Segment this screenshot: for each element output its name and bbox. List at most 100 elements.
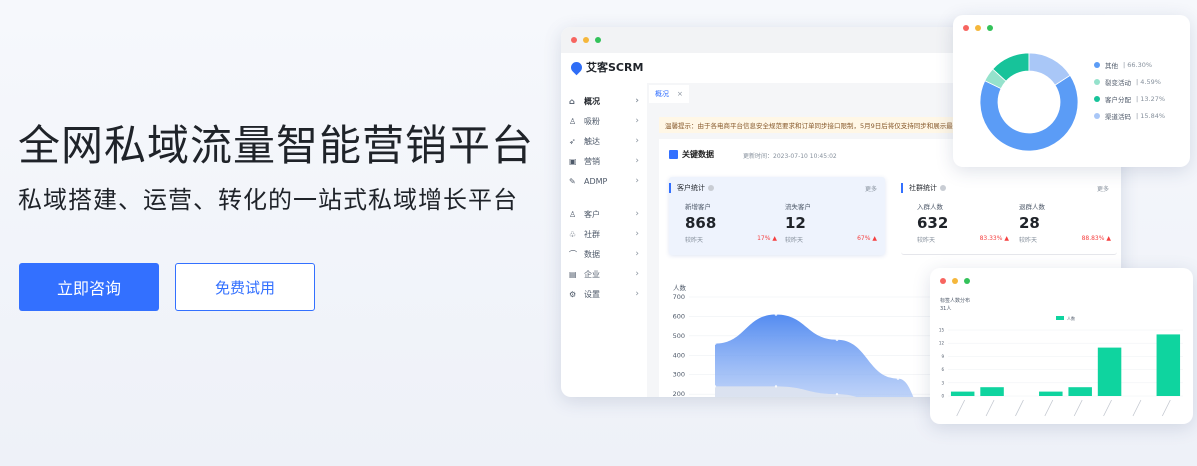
legend-label: 人数	[1067, 315, 1075, 321]
consult-button[interactable]: 立即咨询	[19, 263, 159, 311]
y-tick-label: 200	[673, 390, 685, 397]
chart-icon: ⌒	[569, 249, 577, 259]
sidebar-item-acquire[interactable]: ♙ 吸粉 ›	[569, 113, 639, 129]
legend-value: | 4.59%	[1136, 78, 1161, 86]
data-point	[713, 385, 717, 388]
sidebar-item-data[interactable]: ⌒ 数据 ›	[569, 246, 639, 262]
gift-icon: ▣	[569, 156, 577, 166]
close-dot	[571, 37, 577, 43]
y-tick-label: 15	[939, 328, 945, 333]
metric-value: 28	[1019, 214, 1040, 232]
hero-subtitle: 私域搭建、运营、转化的一站式私域增长平台	[18, 186, 518, 214]
legend-pct: 15.84%	[1140, 112, 1166, 120]
sidebar-item-enterprise[interactable]: ▤ 企业 ›	[569, 266, 639, 282]
x-tick-label	[1044, 399, 1054, 417]
metric-compare: 较昨天 67% ▲	[785, 235, 877, 244]
window-titlebar	[930, 268, 1193, 294]
maximize-dot	[595, 37, 601, 43]
sidebar-item-marketing[interactable]: ▣ 营销 ›	[569, 153, 639, 169]
group-stats-title: 社群统计	[901, 183, 946, 193]
metric-label: 流失客户	[785, 203, 811, 211]
sidebar-item-admp[interactable]: ✎ ADMP ›	[569, 173, 639, 189]
key-data-title: 关键数据	[669, 149, 714, 160]
sidebar-item-label: 社群	[584, 229, 600, 239]
series-area-primary	[715, 314, 914, 397]
chevron-right-icon: ›	[635, 209, 639, 219]
minimize-dot	[975, 25, 981, 31]
customer-icon: ♙	[569, 209, 577, 219]
data-point	[774, 313, 778, 316]
bar	[1039, 391, 1063, 396]
bar	[1068, 387, 1092, 396]
change-pct: 88.83%	[1081, 235, 1105, 242]
sidebar-item-label: 设置	[584, 289, 600, 299]
sidebar-item-label: 概况	[584, 96, 600, 106]
tag-bar-chart: 人数 0 3 6 9 12 15	[939, 315, 1183, 417]
logo-icon	[568, 59, 585, 75]
y-tick-label: 6	[941, 367, 944, 372]
legend-label: 其他	[1105, 62, 1118, 70]
new-customers-metric: 新增客户 868 较昨天 17% ▲	[685, 201, 777, 244]
customer-stats-card[interactable]: 客户统计 更多 新增客户 868 较昨天 17% ▲ 流失客户 12 较昨天 6…	[669, 177, 885, 255]
bar	[980, 387, 1004, 396]
chevron-right-icon: ›	[635, 176, 639, 186]
maximize-dot	[987, 25, 993, 31]
sidebar-item-customers[interactable]: ♙ 客户 ›	[569, 206, 639, 222]
hero-title: 全网私域流量智能营销平台	[18, 121, 535, 170]
chevron-right-icon: ›	[635, 136, 639, 146]
compare-label: 较昨天	[917, 237, 936, 244]
change-pct: 67%	[857, 235, 871, 242]
legend-label: 裂变活动	[1105, 79, 1131, 87]
compare-label: 较昨天	[1019, 237, 1038, 244]
tab-overview[interactable]: 概况 ×	[649, 85, 689, 103]
info-icon	[708, 185, 714, 191]
legend-item-assign: 客户分配 | 13.27%	[1094, 94, 1165, 104]
up-arrow-icon: ▲	[772, 235, 777, 242]
metric-label: 退群人数	[1019, 203, 1045, 211]
metric-label: 入群人数	[917, 203, 943, 211]
change-pct: 17%	[757, 235, 771, 242]
group-icon: ♧	[569, 229, 577, 239]
source-donut-window: 其他 | 66.30% 裂变活动 | 4.59% 客户分配 | 13.27% 渠…	[953, 15, 1190, 167]
home-icon: ⌂	[569, 96, 575, 106]
y-tick-label: 500	[673, 332, 685, 340]
legend-value: | 13.27%	[1136, 95, 1166, 103]
chevron-right-icon: ›	[635, 269, 639, 279]
chevron-right-icon: ›	[635, 116, 639, 126]
pen-icon: ✎	[569, 176, 576, 186]
chevron-right-icon: ›	[635, 156, 639, 166]
free-trial-button[interactable]: 免费试用	[175, 263, 315, 311]
close-icon[interactable]: ×	[677, 90, 683, 98]
y-tick-label: 12	[939, 341, 945, 346]
legend-label: 客户分配	[1105, 96, 1131, 104]
chevron-right-icon: ›	[635, 96, 639, 106]
sidebar-item-reach[interactable]: ➶ 触达 ›	[569, 133, 639, 149]
sidebar-item-groups[interactable]: ♧ 社群 ›	[569, 226, 639, 242]
sidebar-item-overview[interactable]: ⌂ 概况 ›	[569, 93, 639, 109]
more-link[interactable]: 更多	[1097, 184, 1109, 193]
chevron-right-icon: ›	[635, 229, 639, 239]
y-tick-label: 3	[941, 380, 944, 385]
minimize-dot	[583, 37, 589, 43]
more-link[interactable]: 更多	[865, 184, 877, 193]
send-icon: ➶	[569, 136, 576, 146]
legend-swatch	[1094, 96, 1100, 102]
metric-compare: 较昨天 83.33% ▲	[917, 235, 1009, 244]
metric-value: 632	[917, 214, 949, 232]
lost-customers-metric: 流失客户 12 较昨天 67% ▲	[785, 201, 877, 244]
y-tick-label: 700	[673, 293, 685, 301]
x-tick-label	[1161, 399, 1171, 417]
metric-label: 新增客户	[685, 203, 711, 211]
customer-stats-title: 客户统计	[669, 183, 714, 193]
y-tick-label: 300	[673, 371, 685, 379]
user-plus-icon: ♙	[569, 116, 577, 126]
legend-pct: 13.27%	[1140, 95, 1166, 103]
sidebar-item-settings[interactable]: ⚙ 设置 ›	[569, 286, 639, 302]
tag-bar-window: 标签人数分布 31人 人数 0 3 6 9 12 15	[930, 268, 1193, 424]
sidebar-item-label: 营销	[584, 156, 600, 166]
group-stats-card[interactable]: 社群统计 更多 入群人数 632 较昨天 83.33% ▲ 退群人数 28 较昨…	[901, 177, 1117, 255]
pie-slice	[979, 74, 1079, 152]
legend-swatch	[1056, 316, 1064, 320]
sidebar-item-label: ADMP	[584, 176, 608, 186]
data-point	[774, 385, 778, 388]
